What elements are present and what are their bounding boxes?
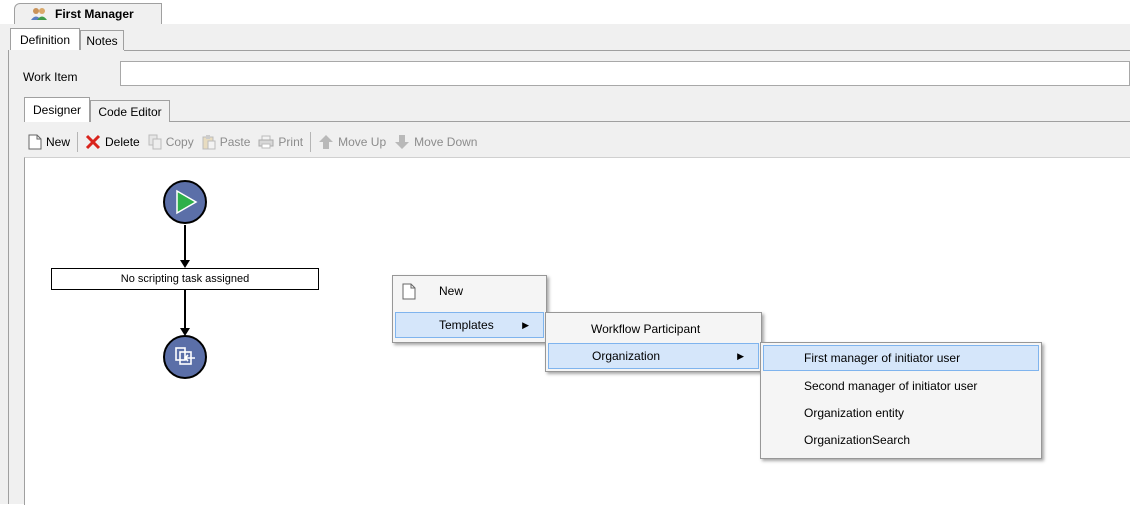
menu-item-new[interactable]: New [395, 278, 544, 304]
menu-item-templates[interactable]: Templates ▶ [395, 312, 544, 338]
menu-item-organization-entity-label: Organization entity [804, 406, 905, 420]
menu-item-second-manager[interactable]: Second manager of initiator user [763, 373, 1039, 399]
menu-item-organization-search[interactable]: OrganizationSearch [763, 427, 1039, 453]
menu-item-organization-label: Organization [592, 349, 661, 363]
templates-submenu: Workflow Participant Organization ▶ [545, 312, 762, 372]
end-node[interactable] [163, 335, 207, 379]
menu-item-organization-search-label: OrganizationSearch [804, 433, 911, 447]
scripting-task-label: No scripting task assigned [120, 273, 250, 285]
menu-item-organization[interactable]: Organization ▶ [548, 343, 759, 369]
menu-item-first-manager-label: First manager of initiator user [804, 351, 961, 365]
menu-item-workflow-participant-label: Workflow Participant [591, 322, 701, 336]
menu-item-first-manager[interactable]: First manager of initiator user [763, 345, 1039, 371]
menu-item-organization-entity[interactable]: Organization entity [763, 400, 1039, 426]
menu-item-templates-label: Templates [439, 318, 494, 332]
new-document-icon [402, 283, 416, 299]
context-menu: New Templates ▶ [392, 275, 547, 343]
menu-item-workflow-participant[interactable]: Workflow Participant [548, 316, 759, 342]
submenu-arrow-icon: ▶ [737, 350, 744, 361]
start-node[interactable] [163, 180, 207, 224]
connector-arrowhead [180, 328, 190, 336]
menu-item-second-manager-label: Second manager of initiator user [804, 379, 978, 393]
scripting-task-box[interactable]: No scripting task assigned [51, 268, 319, 290]
submenu-arrow-icon: ▶ [522, 319, 529, 330]
organization-submenu: First manager of initiator user Second m… [760, 342, 1042, 459]
connector-arrowhead [180, 260, 190, 268]
menu-item-new-label: New [439, 284, 464, 298]
